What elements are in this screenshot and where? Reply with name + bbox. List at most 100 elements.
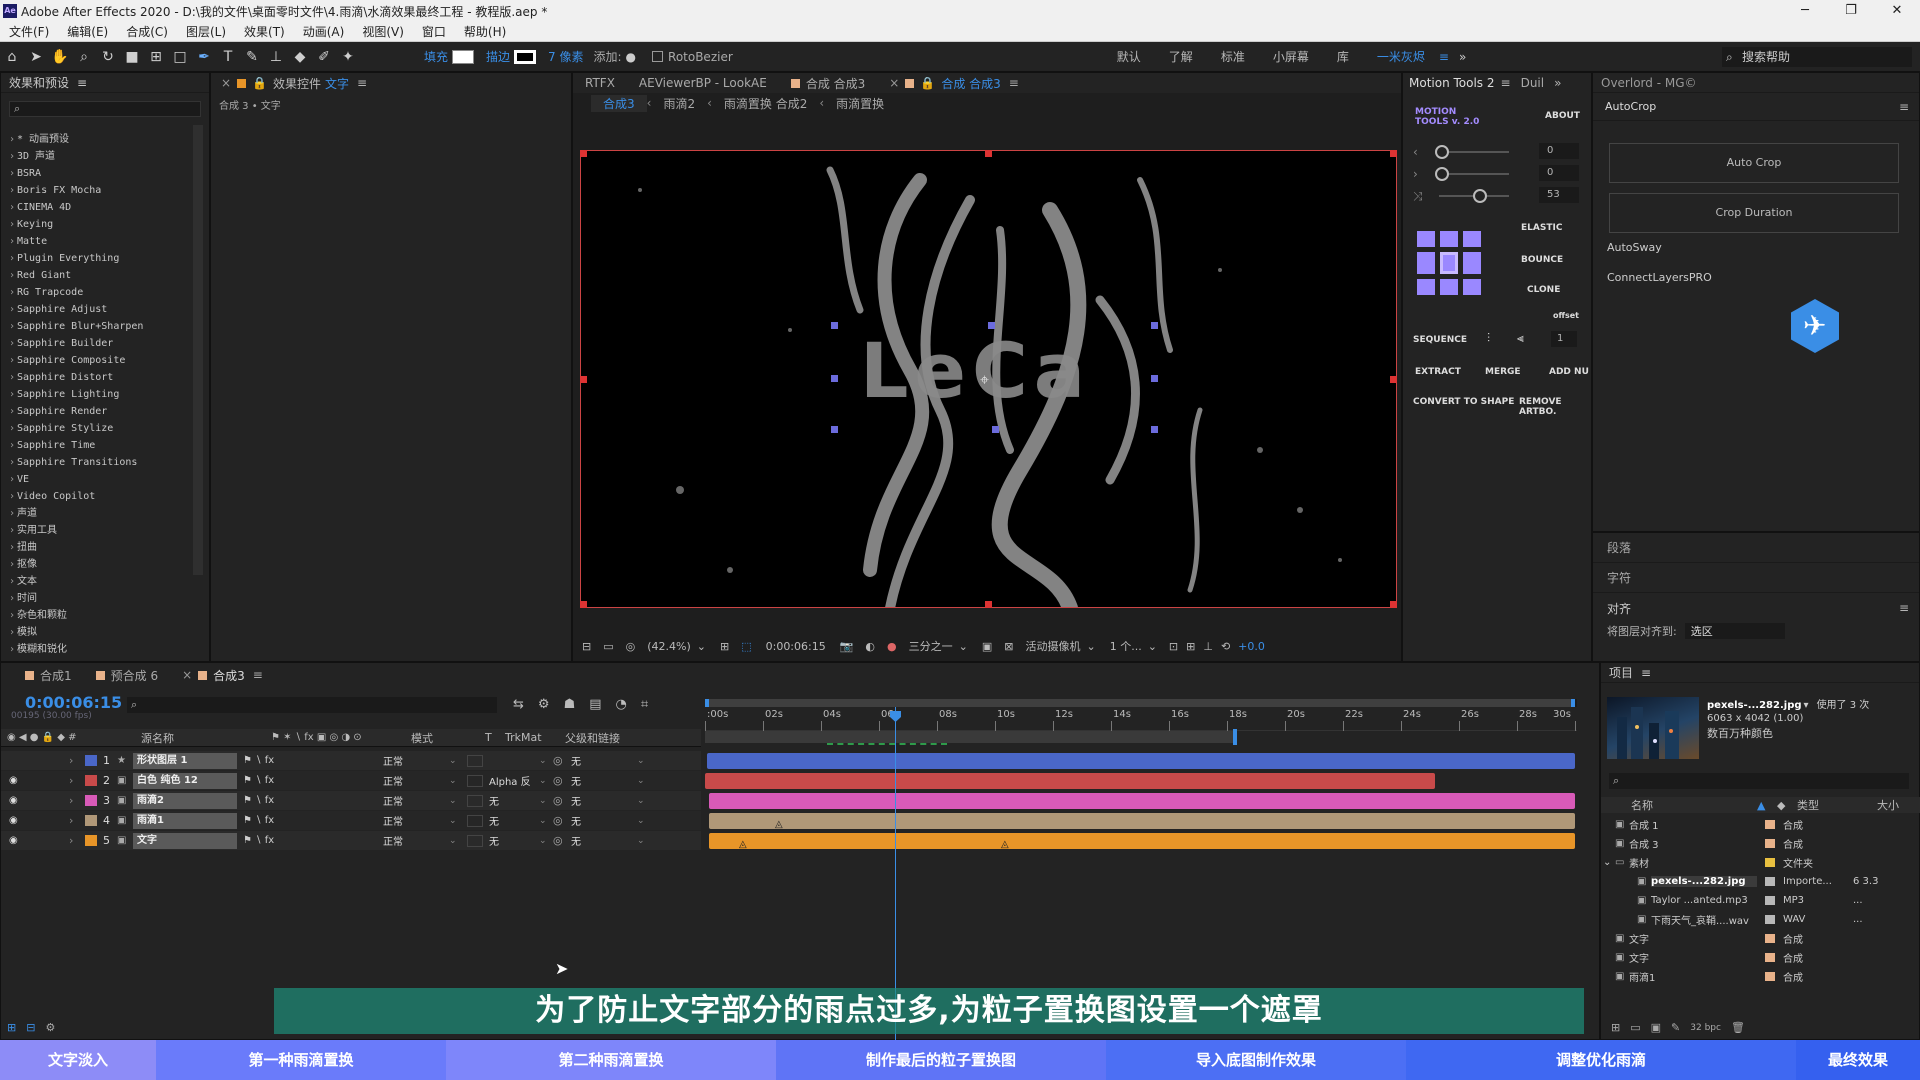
parent-select[interactable]: 无 (571, 753, 637, 768)
chevron-down-icon[interactable]: ⌄ (539, 796, 553, 806)
transparency-grid-icon[interactable]: ⊠ (1004, 640, 1013, 653)
preserve-transparency-checkbox[interactable] (467, 834, 483, 847)
anchor-cell[interactable] (1440, 231, 1458, 247)
work-area-bar[interactable] (705, 731, 1235, 743)
layer-duration-bar[interactable] (709, 813, 1575, 829)
keyframe-icon[interactable]: ◬ (1001, 839, 1009, 850)
trkmat-select[interactable]: 无 (489, 793, 539, 808)
camera-dropdown[interactable]: 活动摄像机 (1025, 638, 1080, 654)
slider-thumb[interactable] (1473, 189, 1487, 203)
effect-category-item[interactable]: Sapphire Stylize (3, 420, 191, 437)
chevron-down-icon[interactable]: ⌄ (539, 776, 553, 786)
pick-whip-icon[interactable]: ◎ (553, 754, 571, 767)
layer-label-color[interactable] (85, 835, 97, 846)
snapshot-camera-icon[interactable]: 📷 (840, 640, 854, 653)
chevron-down-icon[interactable]: ⌄ (449, 816, 461, 826)
project-item[interactable]: ▣ 合成 3 合成 (1601, 834, 1911, 853)
effect-category-item[interactable]: Video Copilot (3, 488, 191, 505)
project-item-name[interactable]: 雨滴1 (1629, 969, 1757, 984)
align-to-select[interactable]: 选区 (1684, 623, 1785, 639)
bounds-handle[interactable] (985, 601, 992, 608)
anchor-cell[interactable] (1440, 252, 1458, 274)
menu-composition[interactable]: 合成(C) (117, 23, 177, 40)
scale-icon[interactable]: ⤨ (1413, 189, 1423, 204)
effects-search-input[interactable]: ⌕ (9, 101, 201, 117)
menu-edit[interactable]: 编辑(E) (58, 23, 117, 40)
effect-category-item[interactable]: 抠像 (3, 556, 191, 573)
chapter-5[interactable]: 导入底图制作效果 (1106, 1040, 1406, 1080)
reset-exposure-icon[interactable]: ⟲ (1221, 640, 1230, 653)
item-label-color[interactable] (1765, 915, 1775, 924)
folder-expand-icon[interactable]: ⌄ (1603, 857, 1611, 868)
layer-switches[interactable]: ⚑ ∖ fx (237, 835, 383, 846)
project-item[interactable]: ▣ 下雨天气_哀鞘....wav WAV ... (1601, 910, 1911, 929)
rotobezier-checkbox[interactable] (652, 51, 664, 62)
bounds-handle[interactable] (1390, 150, 1397, 157)
motion-blur-icon[interactable]: ◔ (616, 697, 627, 712)
camera-tool-icon[interactable]: ■ (123, 48, 141, 66)
eye-icon[interactable]: ◉ (9, 775, 23, 786)
brush-tool-icon[interactable]: ✎ (243, 48, 261, 66)
project-item[interactable]: ▣ Taylor ...anted.mp3 MP3 ... (1601, 891, 1911, 910)
effect-category-item[interactable]: * 动画预设 (3, 131, 191, 148)
effect-category-item[interactable]: Boris FX Mocha (3, 182, 191, 199)
fill-label[interactable]: 填充 (424, 48, 448, 65)
sequence-value-input[interactable]: 1 (1551, 331, 1577, 347)
hamburger-icon[interactable]: ≡ (1899, 100, 1909, 114)
column-mode[interactable]: 模式 (411, 730, 485, 746)
layer-name[interactable]: 白色 纯色 12 (133, 772, 237, 789)
label-column-icon[interactable]: ◆ (1777, 799, 1797, 812)
breadcrumb-displace[interactable]: 雨滴置换 (824, 95, 896, 112)
tab-comp3-a[interactable]: 合成 合成3 (779, 75, 877, 92)
effect-category-item[interactable]: Sapphire Distort (3, 369, 191, 386)
frame-blending-icon[interactable]: ▤ (589, 697, 601, 712)
column-source-name[interactable]: 源名称 (141, 730, 271, 746)
preserve-transparency-checkbox[interactable] (467, 814, 483, 827)
layer-name[interactable]: 文字 (133, 832, 237, 849)
adjust-project-icon[interactable]: ✎ (1671, 1021, 1680, 1034)
time-navigator[interactable] (705, 699, 1577, 707)
render-time-icon[interactable]: ⚙ (45, 1021, 55, 1034)
project-item[interactable]: ▣ 合成 1 合成 (1601, 815, 1911, 834)
remove-artboard-button[interactable]: REMOVE ARTBO. (1519, 397, 1591, 417)
layer-duration-bar[interactable] (707, 753, 1575, 769)
toggle-pixel-aspect-icon[interactable]: ⊡ (1169, 640, 1178, 653)
layer-label-color[interactable] (85, 795, 97, 806)
parent-select[interactable]: 无 (571, 773, 637, 788)
effect-category-item[interactable]: Sapphire Lighting (3, 386, 191, 403)
effect-category-item[interactable]: Matte (3, 233, 191, 250)
slider-track[interactable] (1439, 173, 1509, 175)
breadcrumb-displace-comp2[interactable]: 雨滴置换 合成2 (712, 95, 819, 112)
effect-category-item[interactable]: Sapphire Blur+Sharpen (3, 318, 191, 335)
interpret-footage-icon[interactable]: ⊞ (1611, 1021, 1620, 1034)
effect-category-item[interactable]: Plugin Everything (3, 250, 191, 267)
viewer-timecode[interactable]: 0:00:06:15 (766, 640, 826, 653)
type-tool-icon[interactable]: T (219, 48, 237, 66)
slider-value-input[interactable]: 0 (1539, 143, 1579, 159)
roto-brush-tool-icon[interactable]: ✐ (315, 48, 333, 66)
new-folder-icon[interactable]: ▭ (1630, 1021, 1640, 1034)
expand-chevron-icon[interactable]: › (69, 774, 79, 787)
region-of-interest-icon[interactable]: ⬚ (741, 640, 751, 653)
layer-row[interactable]: ◉ › 3 ▣ 雨滴2 ⚑ ∖ fx 正常 ⌄ 无 ⌄ ◎ 无 ⌄ (1, 791, 701, 810)
bounds-handle[interactable] (1390, 601, 1397, 608)
tab-precomp6[interactable]: 预合成 6 (84, 667, 170, 684)
mask-visibility-icon[interactable]: ◎ (626, 640, 636, 653)
add-null-button[interactable]: ADD NU (1549, 367, 1589, 377)
project-item-name[interactable]: 下雨天气_哀鞘....wav (1651, 912, 1757, 927)
always-preview-icon[interactable]: ⊟ (582, 640, 591, 653)
pan-behind-tool-icon[interactable]: ⊞ (147, 48, 165, 66)
column-trkmat[interactable]: TrkMat (505, 731, 565, 744)
chevron-left-icon[interactable]: ‹ (1413, 145, 1418, 159)
tab-comp3-active[interactable]: × 🔒 合成 合成3 ≡ (877, 75, 1031, 92)
slider-thumb[interactable] (1435, 167, 1449, 181)
eye-icon[interactable]: ◉ (9, 795, 23, 806)
bounds-handle[interactable] (580, 601, 587, 608)
pick-whip-icon[interactable]: ◎ (553, 814, 571, 827)
trkmat-select[interactable]: 无 (489, 813, 539, 828)
layer-name[interactable]: 形状图层 1 (133, 752, 237, 769)
toggle-switches-icon[interactable]: ⊞ (7, 1021, 16, 1034)
close-icon[interactable]: ✕ (1874, 0, 1920, 22)
chapter-6[interactable]: 调整优化雨滴 (1406, 1040, 1796, 1080)
tab-duil[interactable]: Duil (1511, 76, 1555, 90)
